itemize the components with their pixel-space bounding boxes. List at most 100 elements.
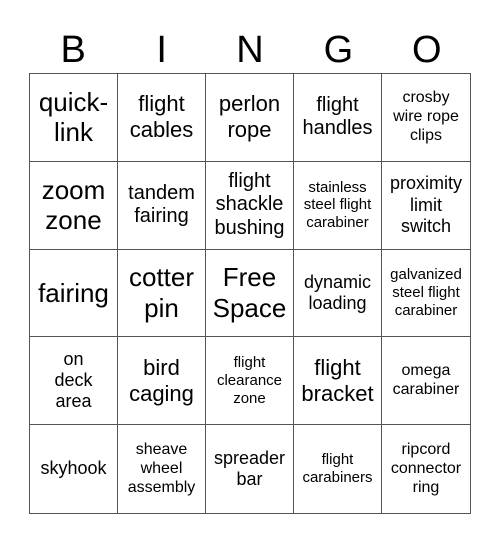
bingo-cell[interactable]: flight cables (118, 74, 206, 162)
bingo-grid: quick-link flight cables perlon rope flight ha… (29, 73, 471, 514)
cell-text-line: limit (409, 194, 442, 215)
cell-text-line: bar (236, 469, 263, 490)
cell-text-line: bushing (214, 216, 285, 239)
cell-text-line: flight (321, 451, 354, 469)
cell-text: flight handles (302, 94, 372, 141)
bingo-cell[interactable]: galvanized steel flight carabiner (382, 250, 470, 338)
cell-text-line: switch (400, 215, 451, 236)
cell-text-line: shackle (215, 193, 284, 216)
cell-text-line: area (55, 391, 92, 412)
cell-text-line: proximity (389, 173, 462, 194)
bingo-cell[interactable]: quick-link (30, 74, 118, 162)
cell-text-line: cables (129, 117, 194, 143)
cell-text-line: bird (143, 354, 180, 380)
cell-text-line: quick- (38, 86, 109, 117)
bingo-cell[interactable]: stainless steel flight carabiner (294, 161, 382, 250)
cell-text: bird caging (129, 355, 194, 407)
header-letter-g: G (323, 29, 354, 71)
header-letter-n: N (236, 29, 264, 71)
cell-text-line: perlon (218, 91, 281, 117)
bingo-cell[interactable]: bird caging (118, 337, 206, 426)
bingo-cell[interactable]: sheave wheel assembly (118, 425, 206, 513)
bingo-cell[interactable]: flight handles (294, 74, 382, 162)
cell-text-line: dynamic (303, 271, 372, 292)
bingo-cell[interactable]: flight bracket (294, 337, 382, 426)
cell-text: skyhook (40, 458, 106, 479)
cell-text-line: tandem (128, 181, 195, 204)
bingo-cell[interactable]: flight shackle bushing (206, 161, 294, 250)
cell-text-line: zoom (41, 174, 106, 205)
cell-text-line: carabiners (302, 469, 373, 487)
header-letter-b: B (60, 29, 86, 71)
cell-text-line: caging (129, 380, 194, 406)
cell-text-line: ripcord (401, 440, 451, 458)
cell-text: quick-link (39, 87, 108, 148)
cell-text-line: assembly (127, 478, 196, 496)
cell-text-line: flight (138, 91, 185, 117)
cell-text: flight cables (130, 91, 194, 143)
bingo-cell[interactable]: spreader bar (206, 425, 294, 513)
cell-text: ripcord connector ring (391, 441, 461, 498)
bingo-cell[interactable]: perlon rope (206, 74, 294, 162)
bingo-cell[interactable]: dynamic loading (294, 249, 382, 338)
cell-text-line: crosby (402, 89, 450, 107)
cell-text-line: skyhook (40, 458, 107, 479)
bingo-cell[interactable]: on deck area (30, 337, 118, 426)
bingo-cell[interactable]: proximity limit switch (382, 162, 470, 250)
cell-text-line: carabiner (392, 380, 460, 398)
cell-text-line: cotter (128, 262, 195, 293)
cell-text: flight bracket (301, 355, 373, 407)
cell-text-line: spreader (213, 447, 286, 468)
cell-text: dynamic loading (304, 272, 371, 314)
cell-text-line: pin (144, 292, 179, 323)
header-letter-o: O (412, 29, 442, 71)
cell-text-line: deck (54, 370, 93, 391)
bingo-cell[interactable]: flight clearance zone (206, 337, 294, 426)
cell-text-line: rope (227, 117, 272, 143)
bingo-cell[interactable]: omega carabiner (382, 337, 470, 426)
cell-text: proximity limit switch (390, 173, 462, 237)
cell-text-line: sheave (135, 440, 188, 458)
cell-text: spreader bar (214, 448, 285, 490)
cell-text-line: fairing (134, 205, 189, 228)
cell-text: cotter pin (129, 262, 194, 323)
cell-text-line: flight (233, 354, 266, 372)
cell-text-line: zone (233, 389, 266, 407)
cell-text-line: galvanized (390, 266, 462, 284)
bingo-cell[interactable]: flight carabiners (294, 425, 382, 513)
cell-text: galvanized steel flight carabiner (390, 266, 462, 319)
cell-text: zoom zone (42, 175, 106, 236)
header-letter-i: I (156, 29, 167, 71)
cell-text-line: loading (308, 292, 367, 313)
cell-text: Free Space (213, 262, 287, 323)
bingo-cell[interactable]: crosby wire rope clips (382, 74, 470, 162)
cell-text: omega carabiner (393, 362, 460, 400)
cell-text-line: connector (390, 459, 462, 477)
free-space-cell[interactable]: Free Space (206, 249, 294, 338)
cell-text: flight clearance zone (217, 354, 282, 407)
cell-text: flight carabiners (302, 451, 372, 486)
cell-text-line: steel flight (303, 196, 372, 214)
bingo-cell[interactable]: fairing (30, 249, 118, 338)
bingo-cell[interactable]: zoom zone (30, 161, 118, 250)
bingo-cell[interactable]: skyhook (30, 425, 118, 513)
cell-text-line: carabiner (306, 214, 369, 232)
cell-text: tandem fairing (128, 182, 195, 229)
cell-text-line: bracket (301, 380, 374, 406)
cell-text-line: Free (222, 262, 277, 293)
cell-text-line: on (63, 348, 84, 369)
cell-text-line: clearance (216, 371, 283, 389)
cell-text-line: flight (316, 93, 359, 116)
bingo-cell[interactable]: cotter pin (118, 249, 206, 338)
cell-text-line: Space (212, 292, 287, 323)
bingo-cell[interactable]: tandem fairing (118, 161, 206, 250)
bingo-cell[interactable]: ripcord connector ring (382, 425, 470, 513)
cell-text-line: omega (401, 361, 451, 379)
cell-text-line: ring (412, 478, 440, 496)
cell-text-line: link (53, 117, 93, 148)
cell-text: perlon rope (219, 91, 280, 143)
cell-text: sheave wheel assembly (128, 441, 196, 498)
cell-text-line: wire rope (393, 107, 459, 125)
cell-text-line: wheel (140, 459, 183, 477)
bingo-header: B I N G O (29, 28, 471, 73)
